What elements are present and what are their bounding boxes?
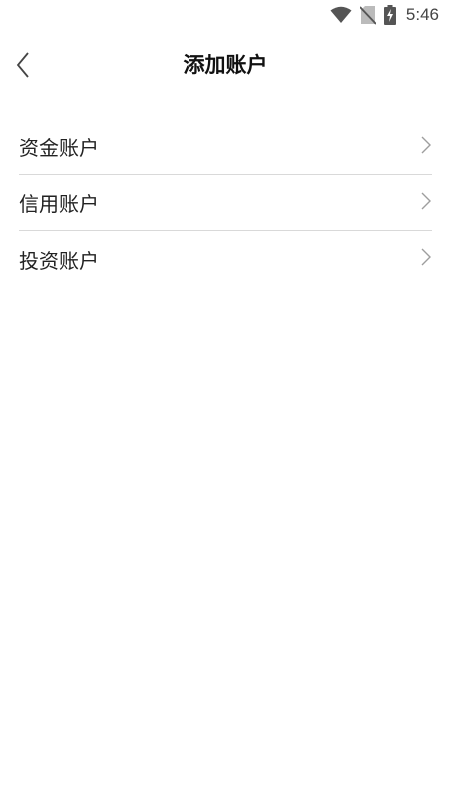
no-sim-icon [359, 5, 376, 25]
status-time: 5:46 [405, 5, 439, 24]
list-item-investment-account[interactable]: 投资账户 [19, 231, 432, 287]
list-item-label: 投资账户 [19, 248, 99, 273]
account-type-list: 资金账户 信用账户 投资账户 [19, 119, 432, 287]
battery-charging-icon [383, 5, 396, 25]
chevron-right-icon [420, 136, 432, 158]
wifi-icon [330, 6, 352, 24]
chevron-right-icon [420, 248, 432, 270]
list-item-label: 资金账户 [19, 136, 99, 160]
list-item-label: 信用账户 [19, 192, 99, 216]
status-icons: 5:46 [330, 4, 439, 26]
status-bar: 5:46 [0, 0, 451, 30]
page-title: 添加账户 [183, 53, 268, 77]
list-item-credit-account[interactable]: 信用账户 [19, 175, 432, 231]
header: 添加账户 [0, 38, 451, 94]
chevron-right-icon [420, 192, 432, 214]
list-item-fund-account[interactable]: 资金账户 [19, 119, 432, 175]
